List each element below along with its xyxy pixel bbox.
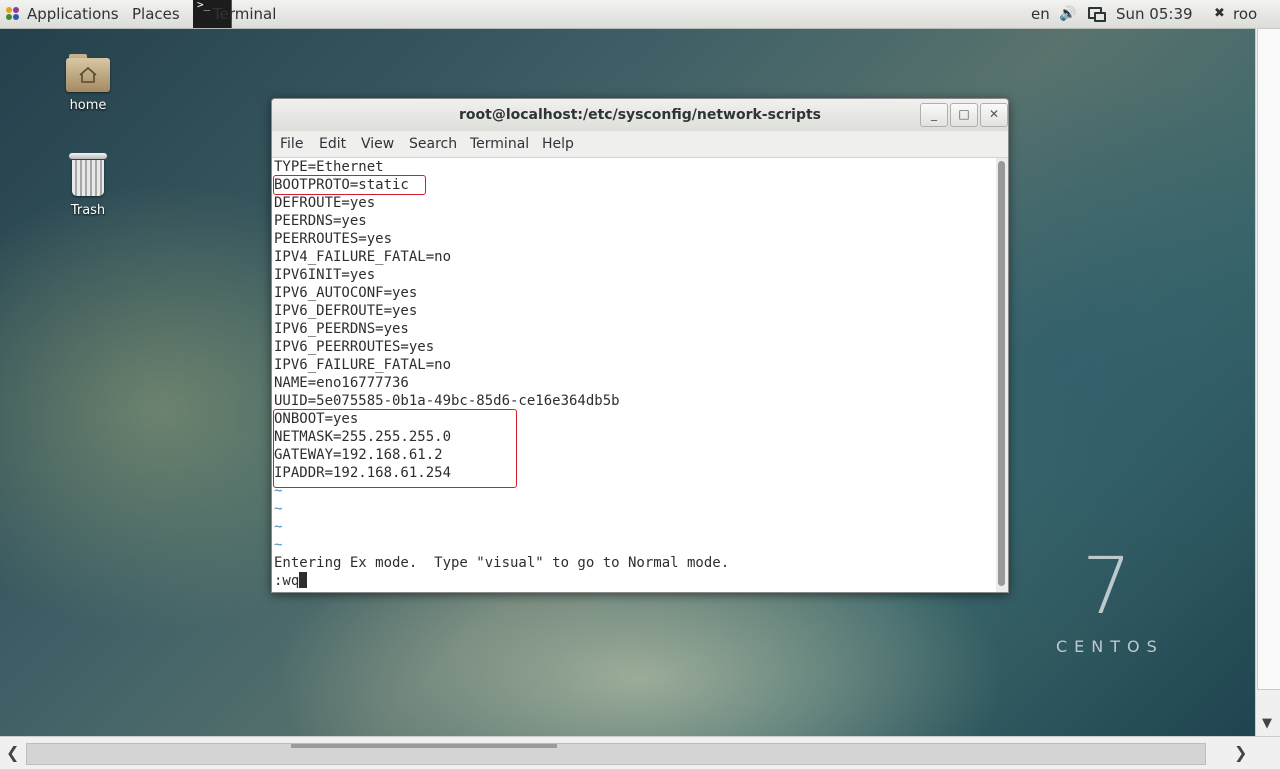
config-line: IPV6_FAILURE_FATAL=no bbox=[274, 357, 452, 373]
clock[interactable]: Sun 05:39 bbox=[1116, 0, 1193, 28]
user-icon: ✖ bbox=[1214, 6, 1225, 21]
terminal-content[interactable]: TYPE=Ethernet BOOTPROTO=static DEFROUTE=… bbox=[272, 158, 996, 592]
home-label: home bbox=[69, 98, 107, 113]
applications-logo-icon bbox=[6, 7, 20, 21]
places-menu[interactable]: Places bbox=[132, 0, 180, 28]
trash-icon bbox=[69, 153, 107, 197]
empty-line-tilde: ~ bbox=[274, 519, 283, 535]
menu-search[interactable]: Search bbox=[409, 131, 457, 157]
scroll-right-arrow-icon[interactable]: ❯ bbox=[1234, 743, 1247, 762]
centos-version-number: 7 bbox=[1082, 542, 1132, 632]
command-text: :wq bbox=[274, 573, 300, 589]
config-line: PEERROUTES=yes bbox=[274, 231, 393, 247]
vertical-scrollbar[interactable]: ▼ bbox=[1255, 28, 1280, 736]
taskbar-terminal-label: Terminal bbox=[213, 5, 277, 23]
menu-terminal[interactable]: Terminal bbox=[470, 131, 529, 157]
close-button[interactable]: ✕ bbox=[980, 103, 1008, 127]
centos-wordmark: CENTOS bbox=[1056, 637, 1164, 656]
empty-line-tilde: ~ bbox=[274, 501, 283, 517]
config-line: UUID=5e075585-0b1a-49bc-85d6-ce16e364db5… bbox=[274, 393, 620, 409]
close-icon: ✕ bbox=[988, 107, 1000, 121]
vertical-scrollbar-thumb[interactable] bbox=[1257, 28, 1280, 690]
top-panel: Applications Places Terminal en 🔊 Sun 05… bbox=[0, 0, 1280, 29]
window-titlebar[interactable]: root@localhost:/etc/sysconfig/network-sc… bbox=[272, 99, 1008, 131]
config-line: DEFROUTE=yes bbox=[274, 195, 376, 211]
user-menu[interactable]: roo bbox=[1233, 0, 1257, 28]
minimize-button[interactable]: _ bbox=[920, 103, 948, 127]
menubar: File Edit View Search Terminal Help bbox=[272, 131, 1008, 158]
taskbar-terminal-button[interactable]: Terminal bbox=[191, 0, 291, 28]
applications-menu[interactable]: Applications bbox=[27, 0, 119, 28]
empty-line-tilde: ~ bbox=[274, 537, 283, 553]
menu-help[interactable]: Help bbox=[542, 131, 574, 157]
menu-edit[interactable]: Edit bbox=[319, 131, 346, 157]
bootproto-highlight-box bbox=[273, 175, 426, 195]
volume-icon[interactable]: 🔊 bbox=[1059, 6, 1076, 22]
config-line: IPV6INIT=yes bbox=[274, 267, 376, 283]
command-line[interactable]: :wq bbox=[274, 572, 308, 590]
text-cursor bbox=[299, 572, 308, 588]
horizontal-scrollbar-thumb[interactable] bbox=[291, 744, 557, 748]
config-line: IPV6_DEFROUTE=yes bbox=[274, 303, 418, 319]
config-line: IPV6_AUTOCONF=yes bbox=[274, 285, 418, 301]
config-line: IPV4_FAILURE_FATAL=no bbox=[274, 249, 452, 265]
config-line: IPV6_PEERROUTES=yes bbox=[274, 339, 435, 355]
trash-label: Trash bbox=[70, 203, 106, 218]
config-line: NAME=eno16777736 bbox=[274, 375, 409, 391]
menu-file[interactable]: File bbox=[280, 131, 303, 157]
config-line: IPV6_PEERDNS=yes bbox=[274, 321, 409, 337]
config-line: PEERDNS=yes bbox=[274, 213, 367, 229]
language-indicator[interactable]: en bbox=[1031, 0, 1050, 28]
trash-desktop-icon[interactable]: Trash bbox=[43, 153, 133, 218]
network-settings-highlight-box bbox=[273, 409, 517, 488]
maximize-button[interactable]: □ bbox=[950, 103, 978, 127]
terminal-window: root@localhost:/etc/sysconfig/network-sc… bbox=[271, 98, 1009, 593]
home-folder-icon bbox=[66, 52, 110, 92]
terminal-scrollbar-thumb[interactable] bbox=[998, 161, 1005, 586]
home-desktop-icon[interactable]: home bbox=[43, 52, 133, 113]
maximize-icon: □ bbox=[958, 107, 970, 121]
minimize-icon: _ bbox=[931, 107, 937, 121]
ex-mode-message: Entering Ex mode. Type "visual" to go to… bbox=[274, 555, 730, 571]
network-icon[interactable] bbox=[1087, 6, 1106, 22]
horizontal-scrollbar[interactable]: ❮ ❯ bbox=[0, 736, 1280, 769]
terminal-scrollbar[interactable] bbox=[996, 158, 1008, 592]
scroll-left-arrow-icon[interactable]: ❮ bbox=[6, 743, 19, 762]
config-line: TYPE=Ethernet bbox=[274, 159, 384, 175]
scroll-down-arrow-icon[interactable]: ▼ bbox=[1262, 716, 1272, 731]
menu-view[interactable]: View bbox=[361, 131, 394, 157]
horizontal-scrollbar-track[interactable] bbox=[26, 743, 1206, 765]
window-title: root@localhost:/etc/sysconfig/network-sc… bbox=[458, 107, 822, 123]
